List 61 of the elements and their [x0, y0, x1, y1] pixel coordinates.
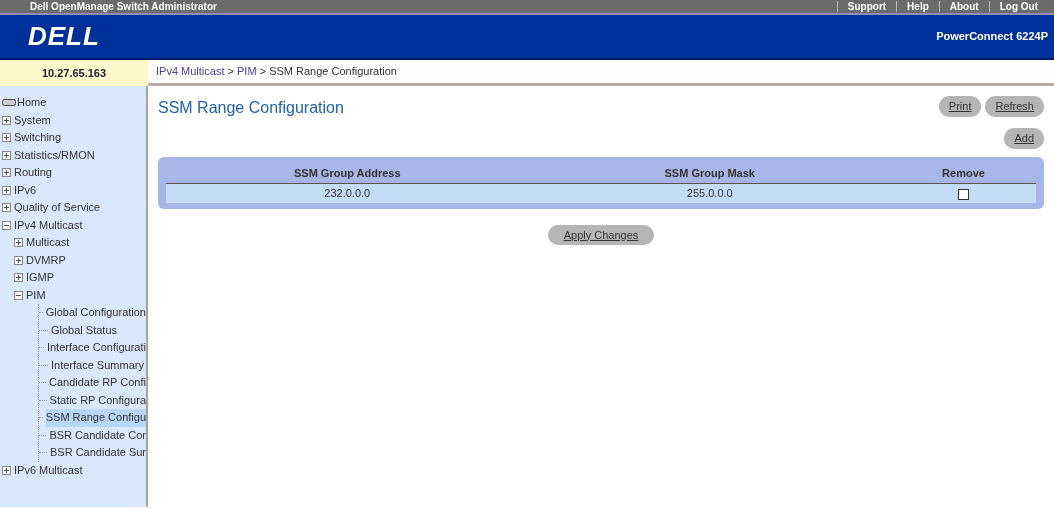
- tree-item[interactable]: IGMP: [26, 269, 55, 287]
- expand-icon[interactable]: [14, 255, 23, 265]
- expand-icon[interactable]: [2, 203, 11, 213]
- add-button[interactable]: Add: [1004, 128, 1044, 149]
- app-title: Dell OpenManage Switch Administrator: [30, 0, 217, 13]
- tree-line: [39, 312, 43, 314]
- expand-icon[interactable]: [2, 150, 11, 160]
- breadcrumb-separator: >: [226, 65, 235, 78]
- tree-item[interactable]: IPv6: [14, 181, 36, 199]
- tree-item[interactable]: Quality of Service: [14, 199, 101, 217]
- tree-item[interactable]: Statistics/RMON: [14, 146, 95, 164]
- collapse-icon[interactable]: [2, 220, 11, 230]
- remove-checkbox[interactable]: [958, 188, 969, 200]
- apply-changes-button[interactable]: Apply Changes: [547, 224, 655, 245]
- tree-item[interactable]: BSR Candidate Sur: [50, 444, 146, 462]
- tree-line: [39, 329, 48, 331]
- expand-icon[interactable]: [2, 185, 11, 195]
- table-cell: 232.0.0.0: [166, 184, 529, 203]
- tree-item[interactable]: Interface Configurati: [46, 339, 146, 357]
- page-title: SSM Range Configuration: [158, 98, 344, 118]
- tree-item[interactable]: BSR Candidate Cor: [49, 426, 146, 444]
- refresh-button[interactable]: Refresh: [985, 96, 1044, 117]
- model-name: PowerConnect 6224P: [936, 29, 1048, 45]
- tree-item[interactable]: IPv4 Multicast: [14, 216, 83, 234]
- logo: DELL: [28, 20, 100, 53]
- tree-item[interactable]: PIM: [26, 286, 46, 304]
- tree-item[interactable]: Static RP Configura: [49, 391, 146, 409]
- tree-line: [39, 399, 47, 401]
- tree-item[interactable]: IPv6 Multicast: [14, 461, 83, 479]
- collapse-icon[interactable]: [14, 290, 23, 300]
- tree-item[interactable]: SSM Range Configu: [45, 409, 146, 427]
- expand-icon[interactable]: [14, 238, 23, 248]
- top-link[interactable]: Help: [896, 1, 939, 12]
- expand-icon[interactable]: [14, 273, 23, 283]
- tree-item[interactable]: System: [14, 111, 51, 129]
- breadcrumb-current: SSM Range Configuration: [269, 65, 397, 78]
- expand-icon[interactable]: [2, 168, 11, 178]
- tree-item[interactable]: DVMRP: [26, 251, 66, 269]
- table-cell: 255.0.0.0: [528, 184, 891, 203]
- tree-item[interactable]: Switching: [14, 129, 62, 147]
- tree-item[interactable]: Interface Summary: [51, 356, 144, 374]
- ip-address: 10.27.65.163: [0, 60, 148, 86]
- expand-icon[interactable]: [2, 465, 11, 475]
- tree-item[interactable]: Global Configuration: [45, 304, 146, 322]
- top-link[interactable]: About: [938, 1, 989, 12]
- tree-line: [39, 452, 47, 454]
- print-button[interactable]: Print: [938, 96, 982, 117]
- breadcrumb-link[interactable]: IPv4 Multicast: [156, 65, 225, 78]
- tree-item[interactable]: Global Status: [51, 321, 118, 339]
- top-link[interactable]: Support: [836, 1, 897, 12]
- tree-line: [39, 382, 46, 384]
- expand-icon[interactable]: [2, 133, 11, 143]
- breadcrumb-link[interactable]: PIM: [237, 65, 257, 78]
- tree-item[interactable]: Home: [17, 94, 47, 112]
- tree-item[interactable]: Routing: [14, 164, 52, 182]
- expand-icon[interactable]: [2, 115, 11, 125]
- breadcrumb-separator: >: [258, 65, 268, 78]
- top-link[interactable]: Log Out: [988, 1, 1048, 12]
- tree-item[interactable]: Candidate RP Confi: [48, 374, 146, 392]
- computer-icon: [2, 98, 16, 108]
- tree-item[interactable]: Multicast: [26, 234, 70, 252]
